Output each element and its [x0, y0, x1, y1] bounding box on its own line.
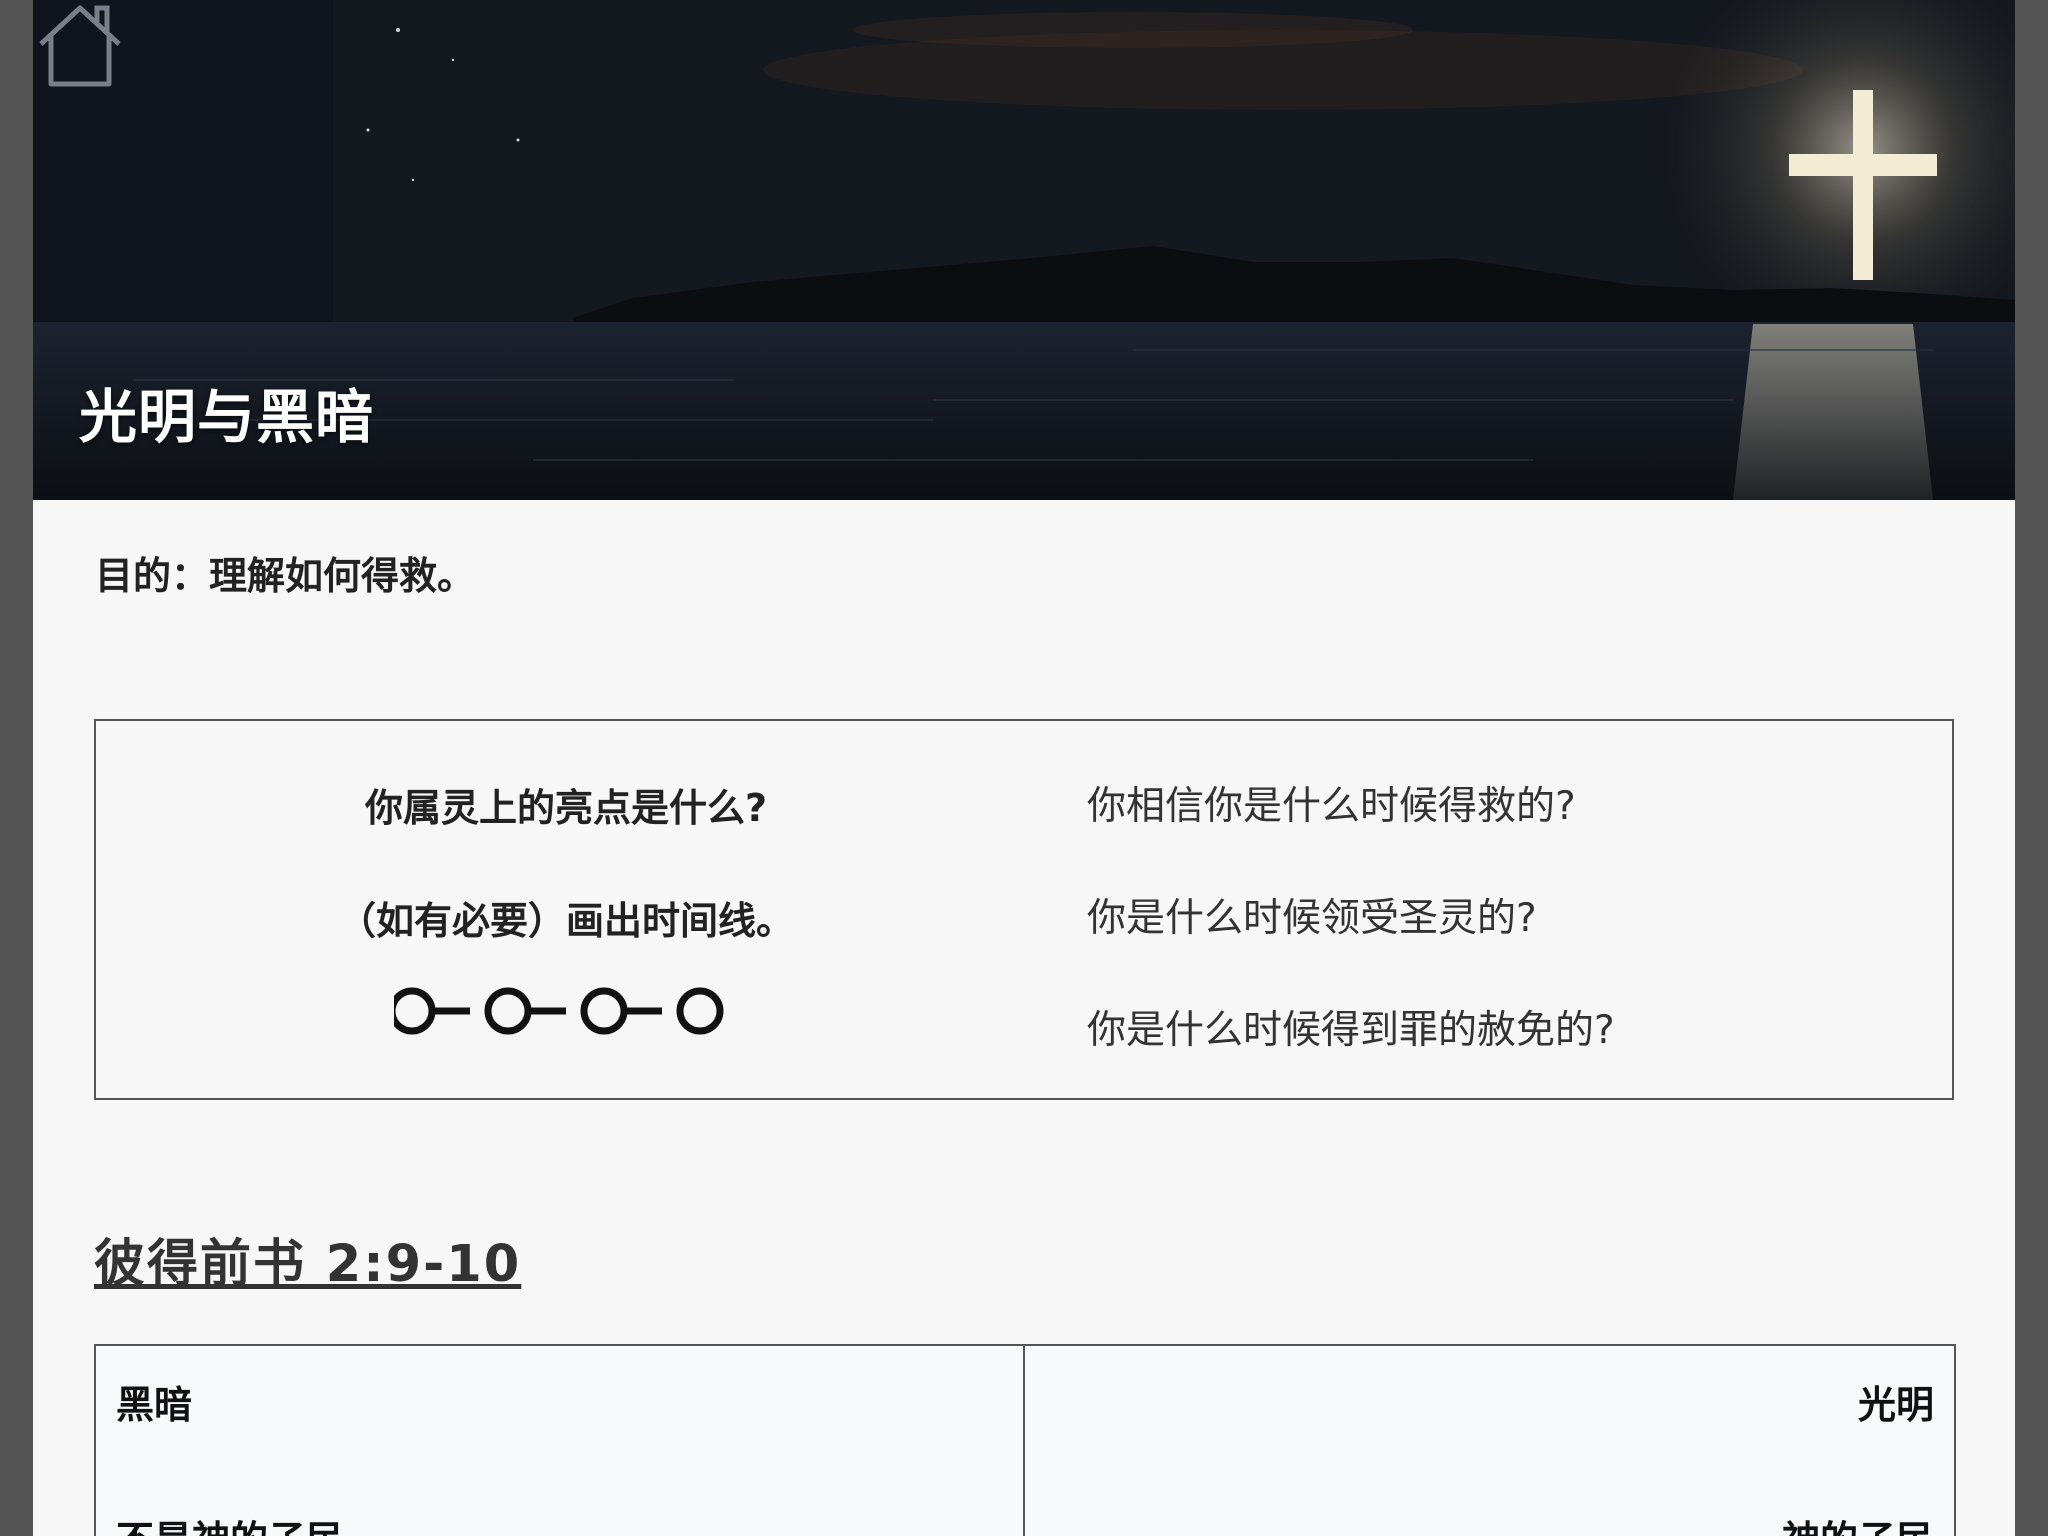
timeline-instruction: （如有必要）画出时间线。	[337, 899, 794, 943]
home-icon[interactable]	[33, 0, 127, 90]
darkness-row-1: 不是神的子民	[116, 1509, 1003, 1536]
light-row-1: 神的子民	[1045, 1509, 1934, 1536]
darkness-header: 黑暗	[116, 1383, 193, 1427]
timeline-icon	[394, 987, 724, 1035]
question-box-right: 你相信你是什么时候得救的? 你是什么时候领受圣灵的? 你是什么时候得到罪的赦免的…	[1087, 775, 1615, 1111]
highlight-question: 你属灵上的亮点是什么?	[364, 786, 768, 830]
page: 光明与黑暗 目的：理解如何得救。 你属灵上的亮点是什么? （如有必要）画出时间线…	[33, 0, 2015, 1536]
hero-banner: 光明与黑暗	[33, 0, 2015, 500]
darkness-column: 黑暗 不是神的子民	[96, 1346, 1025, 1536]
light-column: 光明 神的子民	[1025, 1346, 1954, 1536]
purpose-statement: 目的：理解如何得救。	[95, 554, 476, 598]
question-forgiveness: 你是什么时候得到罪的赦免的?	[1087, 1008, 1615, 1053]
question-saved: 你相信你是什么时候得救的?	[1087, 784, 1576, 829]
page-title: 光明与黑暗	[79, 383, 375, 451]
question-holy-spirit: 你是什么时候领受圣灵的?	[1087, 896, 1537, 941]
question-box-left: 你属灵上的亮点是什么? （如有必要）画出时间线。	[96, 777, 1036, 1003]
light-header: 光明	[1857, 1383, 1934, 1427]
question-box: 你属灵上的亮点是什么? （如有必要）画出时间线。 你相信你是什么时候得救的? 你…	[94, 719, 1954, 1100]
scripture-reference-link[interactable]: 彼得前书 2:9-10	[94, 1222, 521, 1296]
comparison-table: 黑暗 不是神的子民 光明 神的子民	[94, 1344, 1956, 1536]
